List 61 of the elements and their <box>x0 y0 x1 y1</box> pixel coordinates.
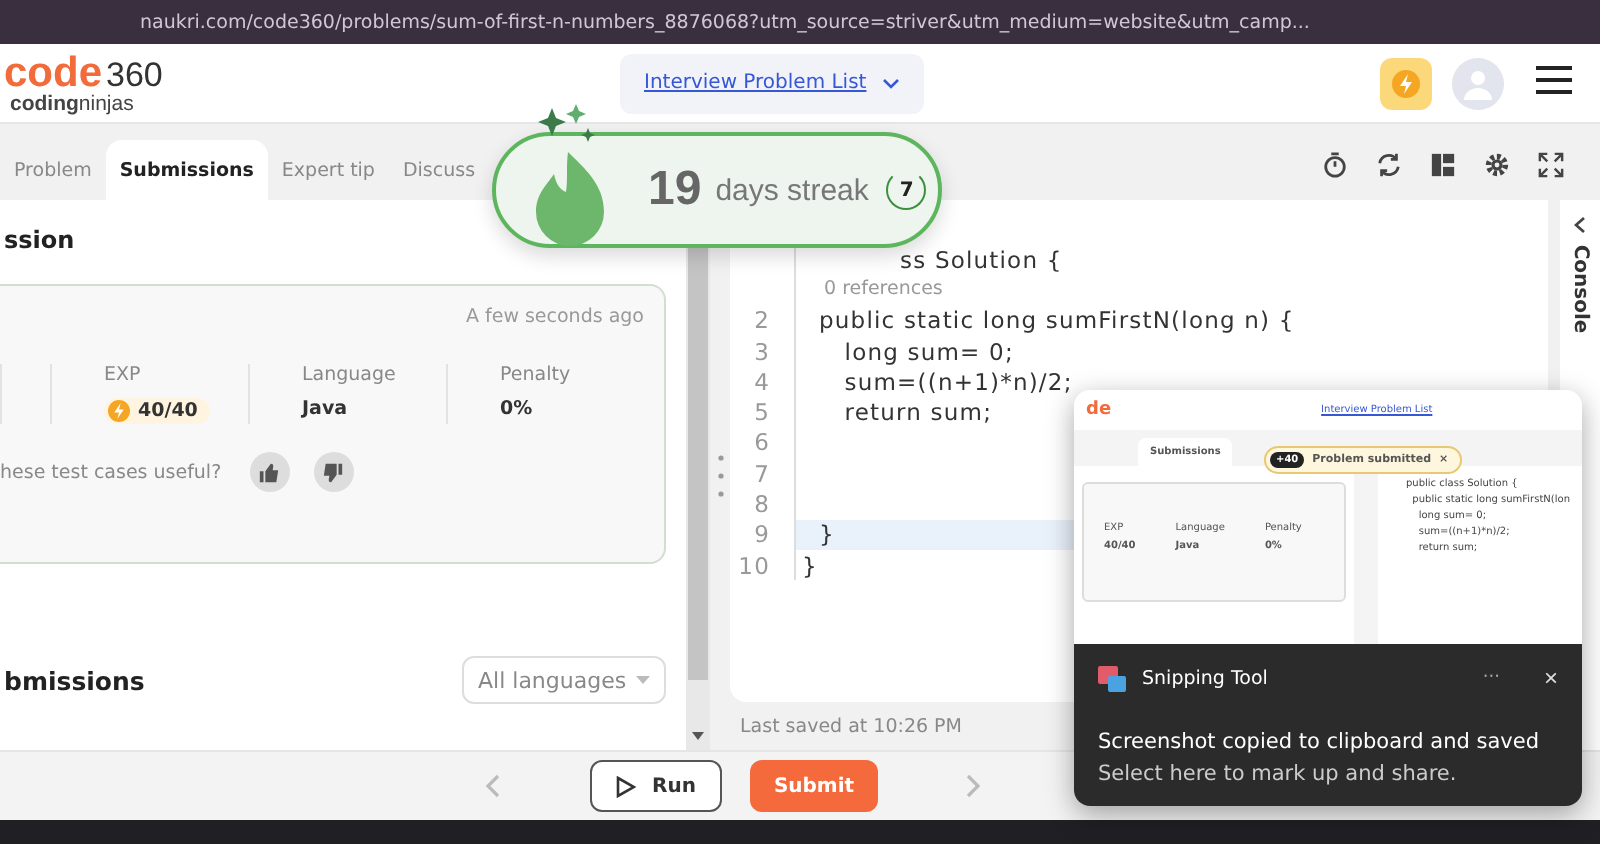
code-line: public static long sumFirstN(long n) { <box>817 305 1295 336</box>
line-number: 10 <box>736 551 770 580</box>
codelens-references: 0 references <box>822 276 943 305</box>
exp-value: 40/40 <box>104 398 210 424</box>
settings-icon[interactable] <box>1484 151 1510 177</box>
line-number: 6 <box>752 428 770 457</box>
section-heading: ssion <box>4 226 77 258</box>
line-number: 8 <box>752 490 770 519</box>
thumbs-up-icon <box>258 461 281 483</box>
section-heading: bmissions <box>4 665 145 695</box>
line-number: 9 <box>752 520 770 549</box>
stat-label: Penalty <box>500 364 573 386</box>
refresh-icon[interactable] <box>1376 151 1402 177</box>
notification-message: Select here to mark up and share. <box>1098 762 1459 786</box>
layout-icon[interactable] <box>1430 151 1456 177</box>
code-line: } <box>800 549 818 581</box>
streak-count: 19 <box>648 162 702 218</box>
thumbs-down-button[interactable] <box>313 452 354 492</box>
run-button[interactable]: Run <box>590 760 722 812</box>
stat-label: Language <box>302 364 398 386</box>
line-number: 2 <box>752 306 770 335</box>
timer-icon[interactable] <box>1322 151 1348 177</box>
scroll-down-arrow-icon[interactable] <box>692 732 704 740</box>
caret-icon <box>636 676 650 684</box>
line-number: 7 <box>752 459 770 488</box>
submission-time: A few seconds ago <box>465 306 644 328</box>
code-line: return sum; <box>842 396 993 428</box>
language-dropdown[interactable]: All languages <box>462 656 666 704</box>
notification-app-name: Snipping Tool <box>1142 667 1268 689</box>
line-number: 5 <box>752 398 770 427</box>
feedback-question: hese test cases useful? <box>0 461 222 483</box>
thumbnail-logo: de <box>1086 400 1112 420</box>
code-line: ss Solution { <box>898 244 1063 275</box>
menu-icon[interactable] <box>1536 66 1572 100</box>
line-number: 3 <box>752 337 770 366</box>
caret-icon <box>882 77 901 89</box>
more-options-button[interactable]: ··· <box>1482 668 1500 688</box>
play-icon <box>616 775 636 797</box>
code-line: long sum= 0; <box>842 335 1014 367</box>
interview-problem-list-dropdown[interactable]: Interview Problem List <box>620 53 925 113</box>
stat-value: Java <box>302 398 350 420</box>
console-tab[interactable]: Console <box>1569 244 1591 334</box>
stat-value: 0% <box>500 398 535 420</box>
thumbs-up-button[interactable] <box>249 452 290 492</box>
site-logo[interactable]: code360 codingninjas <box>4 51 614 115</box>
notification-title: Screenshot copied to clipboard and saved <box>1098 730 1541 754</box>
code-line: sum=((n+1)*n)/2; <box>842 366 1073 397</box>
last-saved-status: Last saved at 10:26 PM <box>740 715 962 737</box>
stat-label: EXP <box>104 364 143 386</box>
fullscreen-icon[interactable] <box>1538 151 1564 177</box>
lightning-coin-icon <box>108 400 130 422</box>
line-number: 4 <box>752 367 770 396</box>
close-button[interactable]: × <box>1543 664 1558 692</box>
lightning-coin-icon <box>1392 69 1420 97</box>
snipping-tool-icon <box>1098 665 1126 691</box>
snipping-tool-notification[interactable] <box>1074 390 1582 806</box>
chevron-left-icon[interactable] <box>1574 216 1586 234</box>
code-line: } <box>817 519 835 550</box>
thumbs-down-icon <box>322 461 345 483</box>
drag-handle-icon[interactable] <box>717 453 723 497</box>
tab[interactable]: Submissions <box>105 140 268 200</box>
